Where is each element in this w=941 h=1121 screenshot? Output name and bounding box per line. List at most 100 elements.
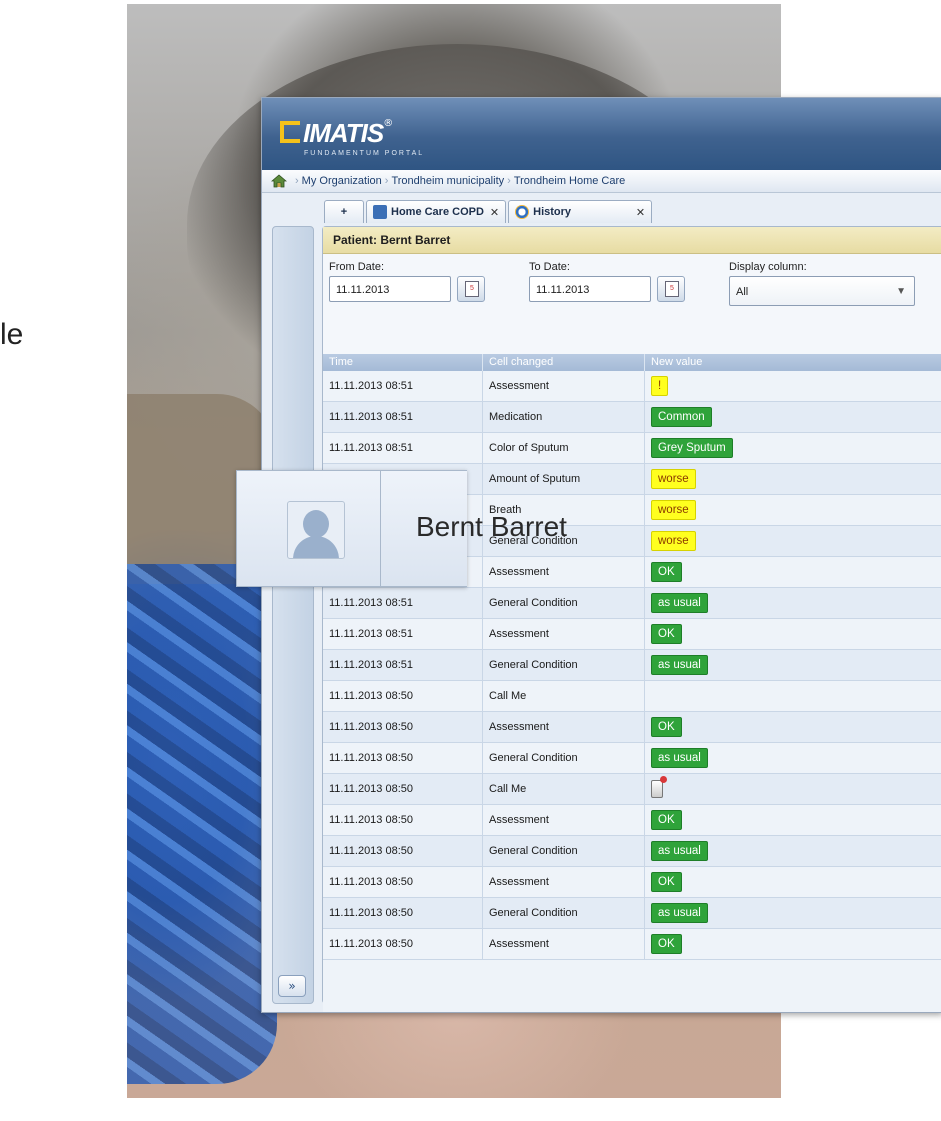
table-row[interactable]: 11.11.2013 08:50 Call Me xyxy=(323,774,941,805)
logo-subtitle: FUNDAMENTUM PORTAL xyxy=(304,150,425,157)
table-row[interactable]: 11.11.2013 08:50 General Condition as usua… xyxy=(323,836,941,867)
value-badge: Grey Sputum xyxy=(651,438,733,459)
close-icon[interactable]: ✕ xyxy=(636,206,645,219)
patient-name: Bernt Barret xyxy=(416,511,567,542)
cell-new-value: OK xyxy=(645,557,941,587)
cell-time: 11.11.2013 08:51 xyxy=(323,402,483,432)
cell-new-value: OK xyxy=(645,805,941,835)
table-row[interactable]: 11.11.2013 08:51 Assessment OK xyxy=(323,619,941,650)
cell-time: 11.11.2013 08:51 xyxy=(323,619,483,649)
table-row[interactable]: 11.11.2013 08:51 Color of Sputum Grey Sput… xyxy=(323,433,941,464)
value-badge: ! xyxy=(651,376,669,397)
cell-time: 11.11.2013 08:50 xyxy=(323,898,483,928)
calendar-icon[interactable]: 5 xyxy=(657,276,685,302)
display-column-value: All xyxy=(736,286,749,298)
display-column-group: Display column: All ▼ xyxy=(729,261,915,306)
history-panel: Patient: Bernt Barret From Date: 11.11.2… xyxy=(322,226,941,1012)
display-column-select[interactable]: All ▼ xyxy=(729,276,915,306)
cell-changed: Assessment xyxy=(483,929,645,959)
breadcrumb-trondheim-home-care[interactable]: Trondheim Home Care xyxy=(514,175,625,187)
cell-time: 11.11.2013 08:51 xyxy=(323,433,483,463)
person-icon xyxy=(373,205,387,219)
table-row[interactable]: 11.11.2013 08:50 General Condition as usua… xyxy=(323,898,941,929)
tab-home-care-copd[interactable]: Home Care COPD ✕ xyxy=(366,200,507,223)
imatis-logo: IMATIS® FUNDAMENTUM PORTAL xyxy=(280,118,422,157)
cell-changed: Assessment xyxy=(483,805,645,835)
cell-new-value: as usual xyxy=(645,588,941,618)
cell-changed: Assessment xyxy=(483,867,645,897)
cell-new-value: Grey Sputum xyxy=(645,433,941,463)
value-badge: as usual xyxy=(651,748,708,769)
avatar xyxy=(287,501,345,559)
cell-changed: Assessment xyxy=(483,557,645,587)
table-header: Time Cell changed New value xyxy=(323,354,941,371)
tab-history[interactable]: History ✕ xyxy=(508,200,653,223)
value-badge: worse xyxy=(651,500,696,521)
cell-new-value: as usual xyxy=(645,650,941,680)
tab-add[interactable]: + xyxy=(324,200,364,223)
value-badge: as usual xyxy=(651,593,708,614)
header-cell-changed[interactable]: Cell changed xyxy=(483,354,645,371)
table-row[interactable]: 11.11.2013 08:51 General Condition as usua… xyxy=(323,588,941,619)
filters: From Date: 11.11.2013 5 To Date: 11.11.20… xyxy=(329,261,941,321)
table-row[interactable]: 11.11.2013 08:50 Assessment OK xyxy=(323,867,941,898)
table-row[interactable]: 11.11.2013 08:50 Call Me xyxy=(323,681,941,712)
cell-new-value: OK xyxy=(645,712,941,742)
patient-callout: Bernt Barret xyxy=(236,470,567,587)
table-body: 11.11.2013 08:51 Assessment! 11.11.2013 08… xyxy=(323,371,941,960)
from-date-label: From Date: xyxy=(329,261,385,273)
to-date-group: To Date: 11.11.2013 5 xyxy=(529,261,685,302)
from-date-input[interactable]: 11.11.2013 xyxy=(329,276,451,302)
cell-changed: Color of Sputum xyxy=(483,433,645,463)
value-badge: OK xyxy=(651,562,682,583)
cell-new-value: OK xyxy=(645,867,941,897)
cell-time: 11.11.2013 08:50 xyxy=(323,743,483,773)
cell-time: 11.11.2013 08:50 xyxy=(323,712,483,742)
header-new-value[interactable]: New value xyxy=(645,354,941,371)
value-badge: Common xyxy=(651,407,712,428)
dropdown-arrow-icon: ▼ xyxy=(896,286,906,297)
close-icon[interactable]: ✕ xyxy=(490,206,499,219)
avatar-body xyxy=(293,536,339,558)
cell-time: 11.11.2013 08:50 xyxy=(323,836,483,866)
breadcrumb-my-organization[interactable]: My Organization xyxy=(302,175,382,187)
table-row[interactable]: 11.11.2013 08:50 Assessment OK xyxy=(323,712,941,743)
value-badge: as usual xyxy=(651,655,708,676)
value-badge: OK xyxy=(651,872,682,893)
value-badge: OK xyxy=(651,624,682,645)
side-text: le xyxy=(0,318,24,351)
cell-new-value: ! xyxy=(645,371,941,401)
cell-time: 11.11.2013 08:50 xyxy=(323,867,483,897)
cell-changed: General Condition xyxy=(483,898,645,928)
value-badge: worse xyxy=(651,531,696,552)
cell-changed: Amount of Sputum xyxy=(483,464,645,494)
breadcrumb-trondheim-municipality[interactable]: Trondheim municipality xyxy=(391,175,504,187)
expand-sidebar-button[interactable]: » xyxy=(278,975,306,997)
table-row[interactable]: 11.11.2013 08:50 General Condition as usua… xyxy=(323,743,941,774)
breadcrumb: › My Organization › Trondheim municipali… xyxy=(262,170,941,193)
callout-avatar-box xyxy=(237,471,381,586)
plus-icon: + xyxy=(340,206,348,218)
tab-label: History xyxy=(533,206,572,218)
calendar-icon[interactable]: 5 xyxy=(457,276,485,302)
cell-changed: General Condition xyxy=(483,588,645,618)
logo-mark-icon xyxy=(280,121,300,143)
cell-new-value: as usual xyxy=(645,743,941,773)
cell-changed: Medication xyxy=(483,402,645,432)
cell-changed: Call Me xyxy=(483,774,645,804)
table-row[interactable]: 11.11.2013 08:51 General Condition as usua… xyxy=(323,650,941,681)
tab-bar: + Home Care COPD ✕ History ✕ xyxy=(324,200,654,224)
value-badge: OK xyxy=(651,810,682,831)
header-time[interactable]: Time xyxy=(323,354,483,371)
history-table: Time Cell changed New value 11.11.2013 0… xyxy=(323,354,941,1012)
cell-changed: Call Me xyxy=(483,681,645,711)
table-row[interactable]: 11.11.2013 08:50 Assessment OK xyxy=(323,929,941,960)
to-date-input[interactable]: 11.11.2013 xyxy=(529,276,651,302)
breadcrumb-separator-icon: › xyxy=(295,175,299,187)
logo-text: IMATIS xyxy=(303,118,384,148)
table-row[interactable]: 11.11.2013 08:51 Medication Common xyxy=(323,402,941,433)
from-date-group: From Date: 11.11.2013 5 xyxy=(329,261,485,302)
table-row[interactable]: 11.11.2013 08:51 Assessment! xyxy=(323,371,941,402)
home-icon[interactable] xyxy=(270,173,288,189)
table-row[interactable]: 11.11.2013 08:50 Assessment OK xyxy=(323,805,941,836)
